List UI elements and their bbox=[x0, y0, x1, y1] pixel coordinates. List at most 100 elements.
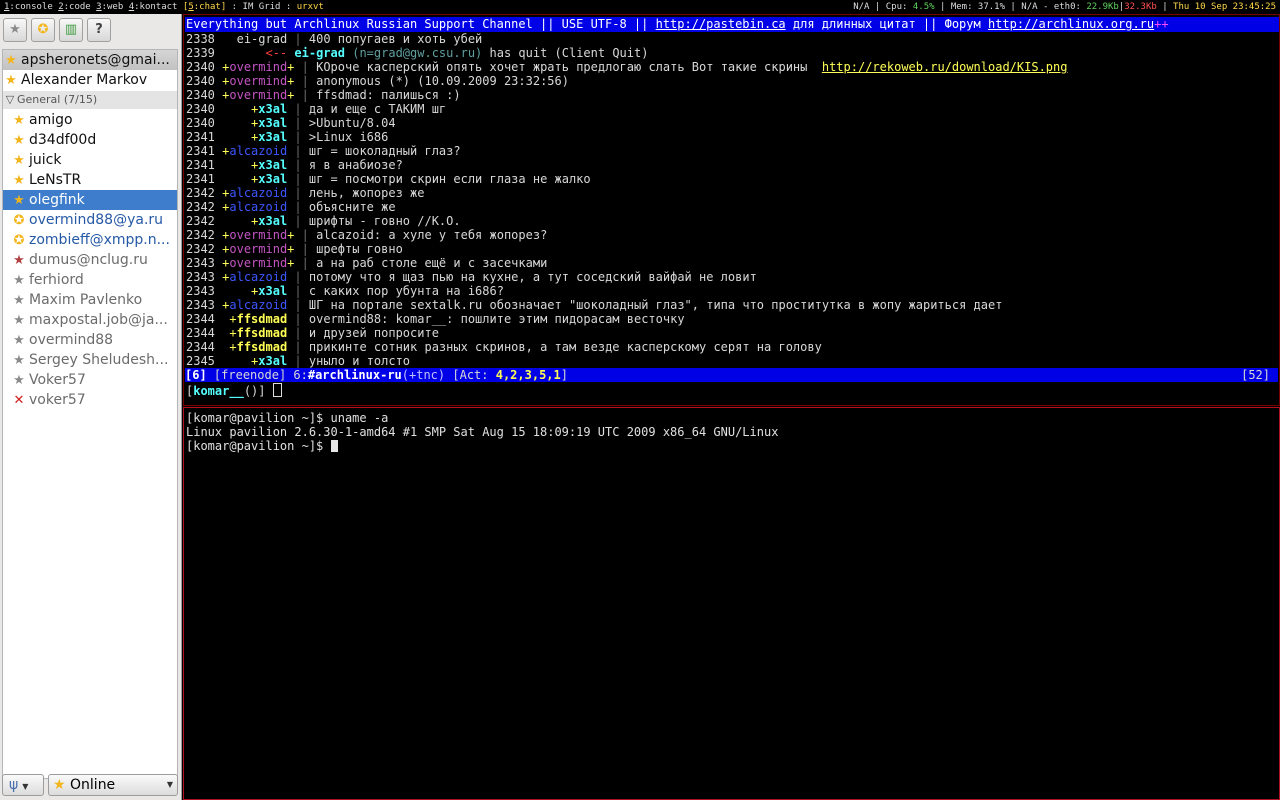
message-text: ffsdmad: палишься :) bbox=[316, 88, 461, 102]
options-button[interactable]: ▥ bbox=[59, 18, 83, 42]
column-separator: | bbox=[294, 270, 302, 284]
contact-amigo[interactable]: ★ amigo bbox=[3, 110, 177, 130]
offline-star-icon: ★ bbox=[13, 353, 25, 368]
nick: alcazoid bbox=[229, 270, 288, 284]
contact-maxpostal[interactable]: ★ maxpostal.job@ja... bbox=[3, 310, 177, 330]
contact-overmind88-ya[interactable]: ✪ overmind88@ya.ru bbox=[3, 210, 177, 230]
group-name: General bbox=[17, 93, 61, 106]
irc-message: 2338 ei-grad | 400 попугаев и хоть убей bbox=[186, 32, 482, 46]
contact-name: Maxim Pavlenko bbox=[29, 292, 143, 308]
offline-star-icon: ★ bbox=[13, 373, 25, 388]
contact-name: LeNsTR bbox=[29, 172, 82, 188]
nick-mode-suffix: + bbox=[287, 242, 295, 256]
message-text: шг = шоколадный глаз? bbox=[308, 144, 461, 158]
workspace-3[interactable]: 3:web bbox=[96, 2, 123, 12]
column-separator: | bbox=[301, 74, 309, 88]
contact-top[interactable]: ★ Alexander Markov bbox=[3, 70, 177, 90]
workspace-1[interactable]: 1:console bbox=[4, 2, 53, 12]
contact-ferhiord[interactable]: ★ ferhiord bbox=[3, 270, 177, 290]
workspace-2[interactable]: 2:code bbox=[58, 2, 91, 12]
message-link[interactable]: http://rekoweb.ru/download/KIS.png bbox=[822, 60, 1068, 74]
irc-message: 2342 +alcazoid | лень, жопорез же bbox=[186, 186, 424, 200]
timestamp: 2343 bbox=[186, 256, 215, 270]
account-row[interactable]: ★ apsheronets@gmai... bbox=[3, 50, 177, 70]
column-separator: | bbox=[294, 312, 302, 326]
contact-overmind88[interactable]: ★ overmind88 bbox=[3, 330, 177, 350]
help-button[interactable]: ? bbox=[87, 18, 111, 42]
system-status: N/A | Cpu: 4.5% | Mem: 37.1% | N/A - eth… bbox=[853, 2, 1276, 12]
message-text: прикинте сотник разных скринов, а там ве… bbox=[308, 340, 822, 354]
contact-name: overmind88 bbox=[29, 332, 114, 348]
workspace-5-active[interactable]: [5:chat] bbox=[183, 2, 226, 12]
column-separator: | bbox=[301, 60, 309, 74]
group-header[interactable]: ▽ General (7/15) bbox=[3, 91, 177, 109]
timestamp: 2342 bbox=[186, 228, 215, 242]
irc-message: 2344 +ffsdmad | overmind88: komar__: пош… bbox=[186, 312, 685, 326]
contact-voker57[interactable]: ★ Voker57 bbox=[3, 370, 177, 390]
menu-button[interactable]: ψ ▼ bbox=[2, 774, 44, 796]
irc-input-line[interactable]: [komar__()] bbox=[186, 383, 282, 398]
contact-lenstr[interactable]: ★ LeNsTR bbox=[3, 170, 177, 190]
group-count: (7/15) bbox=[63, 93, 98, 106]
column-separator: | bbox=[294, 298, 302, 312]
roster-list[interactable]: ★ apsheronets@gmai... ★ Alexander Markov ▽… bbox=[2, 49, 178, 779]
transport-star-icon: ✪ bbox=[13, 213, 25, 228]
contact-name: zombieff@xmpp.n... bbox=[29, 232, 170, 248]
channel-mode: (+tnc) bbox=[401, 368, 446, 382]
star-icon: ★ bbox=[13, 113, 25, 128]
column-separator: | bbox=[294, 326, 302, 340]
column-separator: | bbox=[301, 256, 309, 270]
message-text: и друзей попросите bbox=[308, 326, 439, 340]
column-separator: | bbox=[294, 32, 302, 46]
collapse-triangle-icon: ▽ bbox=[5, 93, 15, 106]
nick: x3al bbox=[258, 284, 288, 298]
contact-zombieff[interactable]: ✪ zombieff@xmpp.n... bbox=[3, 230, 177, 250]
contact-juick[interactable]: ★ juick bbox=[3, 150, 177, 170]
contact-d34df00d[interactable]: ★ d34df00d bbox=[3, 130, 177, 150]
roster-bottom-bar: ψ ▼ ★ Online ▼ bbox=[2, 774, 178, 798]
message-text: да и еще с ТАКИМ шг bbox=[308, 102, 447, 116]
channel-number: 6: bbox=[293, 368, 308, 382]
contact-name: amigo bbox=[29, 112, 73, 128]
status-na-2: N/A bbox=[1021, 2, 1038, 12]
contact-sergey[interactable]: ★ Sergey Sheludesh... bbox=[3, 350, 177, 370]
nick-mode: + bbox=[229, 340, 237, 354]
quit-arrow: <-- bbox=[265, 46, 288, 60]
nick: alcazoid bbox=[229, 200, 288, 214]
timestamp: 2340 bbox=[186, 102, 215, 116]
activity-close: ] bbox=[560, 368, 568, 382]
nick: alcazoid bbox=[229, 186, 288, 200]
contact-maxim-pavlenko[interactable]: ★ Maxim Pavlenko bbox=[3, 290, 177, 310]
timestamp: 2341 bbox=[186, 144, 215, 158]
nick-mode: + bbox=[229, 326, 237, 340]
contact-dumus[interactable]: ★ dumus@nclug.ru bbox=[3, 250, 177, 270]
show-offline-button[interactable]: ★ bbox=[3, 18, 27, 42]
irc-terminal[interactable]: Everything but Archlinux Russian Support… bbox=[183, 14, 1280, 406]
status-selector[interactable]: ★ Online ▼ bbox=[48, 774, 178, 796]
star-icon: ★ bbox=[13, 193, 25, 208]
nick: alcazoid bbox=[229, 298, 288, 312]
topic-link-pastebin[interactable]: http://pastebin.ca bbox=[656, 17, 786, 31]
channel-topic: Everything but Archlinux Russian Support… bbox=[185, 17, 1279, 32]
timestamp: 2340 bbox=[186, 60, 215, 74]
scroll-position: [52] bbox=[1241, 368, 1270, 382]
irc-message: 2341 +x3al | шг = посмотри скрин если гл… bbox=[186, 172, 591, 186]
irc-message: 2345 +x3al | уныло и толсто bbox=[186, 354, 410, 368]
nick: ei-grad bbox=[236, 32, 288, 46]
shell-prompt-line[interactable]: [komar@pavilion ~]$ bbox=[186, 439, 338, 453]
topic-link-forum[interactable]: http://archlinux.org.ru bbox=[988, 17, 1154, 31]
add-contact-button[interactable]: ✪ bbox=[31, 18, 55, 42]
contact-olegfink[interactable]: ★ olegfink bbox=[3, 190, 177, 210]
mem-label: Mem: bbox=[950, 2, 973, 12]
irc-message: 2340 +overmind+ | anonymous (*) (10.09.2… bbox=[186, 74, 569, 88]
nick: overmind bbox=[229, 74, 288, 88]
contact-voker57-error[interactable]: ✕ voker57 bbox=[3, 390, 177, 410]
timestamp: 2341 bbox=[186, 158, 215, 172]
shell-terminal[interactable]: [komar@pavilion ~]$ uname -a Linux pavil… bbox=[183, 407, 1280, 800]
offline-star-icon: ★ bbox=[13, 293, 25, 308]
channel-name: #archlinux-ru bbox=[307, 368, 402, 382]
column-separator: | bbox=[294, 116, 302, 130]
workspace-4[interactable]: 4:kontact bbox=[129, 2, 178, 12]
star-icon: ★ bbox=[13, 133, 25, 148]
topic-text: Everything but Archlinux Russian Support… bbox=[186, 17, 656, 31]
